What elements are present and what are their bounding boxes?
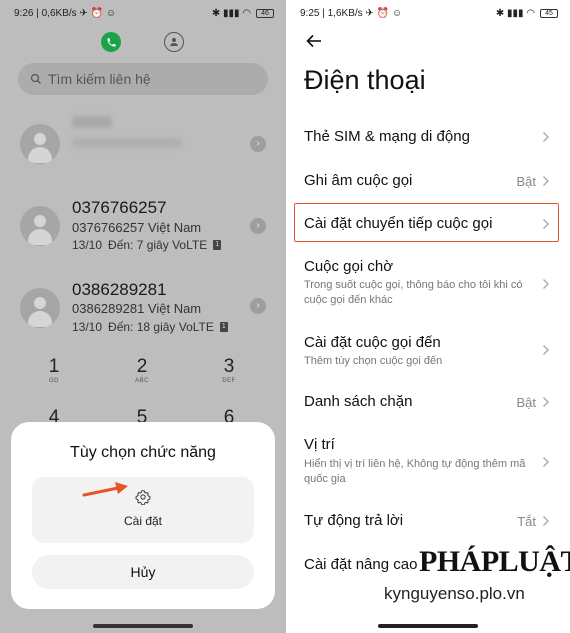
chevron-right-icon [543, 397, 549, 407]
row-value: Bật [516, 395, 536, 410]
status-time-speed: 9:25 | 1,6KB/s ✈ ⏰ ☺ [300, 7, 403, 19]
call-details-icon[interactable]: › [250, 218, 266, 234]
row-title: Cài đặt cuộc gọi đến [304, 334, 441, 351]
row-subtitle: Thêm tùy chọn cuộc gọi đến [304, 355, 443, 367]
row-subtitle: Trong suốt cuộc gọi, thông báo cho tôi k… [304, 279, 523, 306]
row-title: Cài đặt nâng cao [304, 556, 418, 573]
battery-icon: 45 [540, 8, 558, 18]
settings-option-button[interactable]: Cài đặt [32, 477, 254, 543]
avatar [20, 288, 60, 328]
status-right: ✱ ▮▮▮ ◠ 45 [496, 8, 558, 19]
call-meta: 13/10 Đến: 18 giây VoLTE 1 [72, 320, 228, 334]
sheet-title: Tùy chọn chức năng [70, 444, 216, 461]
avatar [20, 124, 60, 164]
contacts-tab-icon[interactable] [164, 32, 184, 52]
chevron-right-icon [543, 457, 549, 467]
keypad-key-1[interactable]: 1 GD [24, 356, 84, 384]
home-indicator [378, 624, 478, 628]
row-title: Cuộc gọi chờ [304, 258, 394, 275]
call-subtitle: 0386289281 Việt Nam [72, 301, 202, 316]
phone-tab-icon[interactable] [101, 32, 121, 52]
site-watermark: kynguyenso.plo.vn [384, 584, 525, 603]
chevron-right-icon [543, 345, 549, 355]
status-time-speed: 9:26 | 0,6KB/s ✈ ⏰ ☺ [14, 7, 117, 19]
status-bar: 9:26 | 0,6KB/s ✈ ⏰ ☺ ✱ ▮▮▮ ◠ 46 [0, 0, 286, 26]
cancel-button[interactable]: Hủy [32, 555, 254, 589]
home-indicator [93, 624, 193, 628]
keypad-key-3[interactable]: 3 DEF [199, 356, 259, 384]
row-value: Bật [516, 174, 536, 189]
call-number: 0386289281 [72, 280, 167, 299]
status-bar: 9:25 | 1,6KB/s ✈ ⏰ ☺ ✱ ▮▮▮ ◠ 45 [286, 0, 570, 26]
chevron-right-icon [543, 219, 549, 229]
blurred-contact-name [72, 116, 112, 128]
row-title: Tự động trả lời [304, 512, 404, 529]
search-icon [30, 73, 41, 84]
row-title: Thẻ SIM & mạng di động [304, 128, 470, 145]
dialer-screen: 9:26 | 0,6KB/s ✈ ⏰ ☺ ✱ ▮▮▮ ◠ 46 Tìm kiếm… [0, 0, 286, 633]
gear-icon [135, 490, 151, 505]
row-title: Cài đặt chuyển tiếp cuộc gọi [304, 215, 493, 232]
logo-text: PHÁPLUẬT [419, 545, 570, 578]
sim-icon: 1 [219, 322, 228, 332]
call-number: 0376766257 [72, 198, 167, 217]
chevron-right-icon [543, 516, 549, 526]
call-meta: 13/10 Đến: 7 giây VoLTE 1 [72, 238, 222, 252]
avatar [20, 206, 60, 246]
call-details-icon[interactable]: › [250, 136, 266, 152]
options-sheet: Tùy chọn chức năng Cài đặt Hủy [11, 422, 275, 609]
status-right: ✱ ▮▮▮ ◠ 46 [212, 8, 274, 19]
search-placeholder: Tìm kiếm liên hệ [48, 71, 151, 87]
settings-option-label: Cài đặt [123, 514, 163, 528]
battery-icon: 46 [256, 8, 274, 18]
chevron-right-icon [543, 176, 549, 186]
phapluat-logo: PHÁPLUẬT [419, 545, 570, 583]
blurred-contact-detail [72, 138, 182, 148]
row-title: Ghi âm cuộc gọi [304, 172, 413, 189]
row-title: Vị trí [304, 436, 335, 453]
sim-icon: 1 [213, 240, 222, 250]
pointer-arrow-icon [82, 482, 128, 497]
page-title: Điện thoại [304, 65, 426, 95]
chevron-right-icon [543, 279, 549, 289]
chevron-right-icon [543, 132, 549, 142]
search-input[interactable]: Tìm kiếm liên hệ [18, 63, 268, 95]
phone-settings-screen: 9:25 | 1,6KB/s ✈ ⏰ ☺ ✱ ▮▮▮ ◠ 45 Điện tho… [286, 0, 570, 633]
call-details-icon[interactable]: › [250, 298, 266, 314]
row-subtitle: Hiển thị vị trí liên hệ, Không tự động t… [304, 458, 526, 485]
keypad-key-2[interactable]: 2 ABC [112, 356, 172, 384]
dialer-tabs [0, 30, 286, 56]
call-subtitle: 0376766257 Việt Nam [72, 220, 202, 235]
row-value: Tắt [517, 514, 536, 529]
back-arrow-icon[interactable] [306, 34, 322, 48]
row-title: Danh sách chặn [304, 393, 413, 410]
